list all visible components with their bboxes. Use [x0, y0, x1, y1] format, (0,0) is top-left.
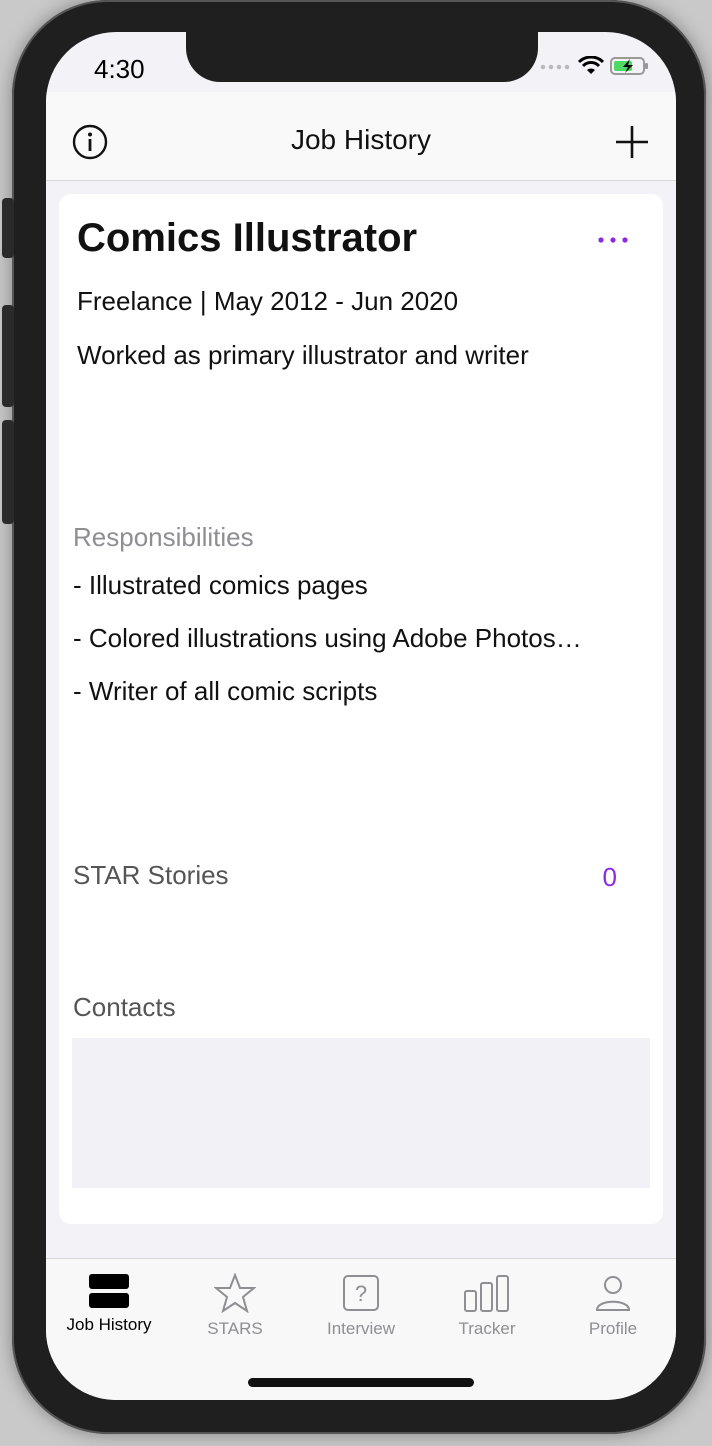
- more-options-icon[interactable]: [593, 232, 633, 248]
- job-summary: Worked as primary illustrator and writer: [77, 340, 529, 370]
- tab-label: Job History: [66, 1315, 152, 1334]
- volume-down-button: [2, 420, 14, 524]
- svg-text:?: ?: [355, 1281, 367, 1306]
- notch: [186, 32, 538, 82]
- person-icon: [595, 1276, 631, 1311]
- job-history-icon: [89, 1274, 129, 1308]
- tab-label: STARS: [207, 1319, 263, 1338]
- wifi-icon: [578, 56, 604, 74]
- responsibilities-label: Responsibilities: [73, 522, 254, 552]
- tab-label: Tracker: [458, 1319, 516, 1338]
- bar-chart-icon: [464, 1275, 509, 1312]
- star-stories-count[interactable]: 0: [603, 862, 617, 893]
- responsibility-item: - Writer of all comic scripts: [73, 676, 378, 706]
- status-icons: [540, 56, 650, 76]
- job-title: Comics Illustrator: [77, 216, 418, 260]
- screen: 4:30 Job History Comics Illustrator Free…: [46, 32, 676, 1400]
- star-stories-label[interactable]: STAR Stories: [73, 860, 229, 891]
- responsibility-item: - Illustrated comics pages: [73, 570, 368, 600]
- question-box-icon: ?: [343, 1275, 379, 1311]
- status-time: 4:30: [94, 54, 145, 84]
- tab-label: Profile: [588, 1319, 638, 1338]
- tab-label: Interview: [326, 1319, 396, 1338]
- navigation-bar: Job History: [46, 92, 676, 181]
- tab-stars[interactable]: STARS: [172, 1273, 298, 1339]
- home-indicator: [248, 1378, 474, 1387]
- tab-profile[interactable]: Profile: [550, 1273, 676, 1339]
- responsibility-item: - Colored illustrations using Adobe Phot…: [73, 623, 582, 653]
- star-icon: [214, 1273, 256, 1313]
- page-title: Job History: [290, 124, 432, 155]
- add-job-button[interactable]: [614, 124, 650, 160]
- job-company-dates: Freelance | May 2012 - Jun 2020: [77, 286, 459, 316]
- tab-interview[interactable]: ? Interview: [298, 1273, 424, 1339]
- mute-switch: [2, 198, 14, 258]
- tab-tracker[interactable]: Tracker: [424, 1273, 550, 1339]
- signal-icon: [540, 64, 570, 70]
- contacts-list[interactable]: [72, 1038, 650, 1188]
- battery-charging-icon: [610, 57, 648, 75]
- volume-up-button: [2, 305, 14, 407]
- contacts-label: Contacts: [73, 992, 176, 1022]
- job-detail-card: Comics Illustrator Freelance | May 2012 …: [59, 194, 663, 1224]
- tab-job-history[interactable]: Job History: [46, 1273, 172, 1335]
